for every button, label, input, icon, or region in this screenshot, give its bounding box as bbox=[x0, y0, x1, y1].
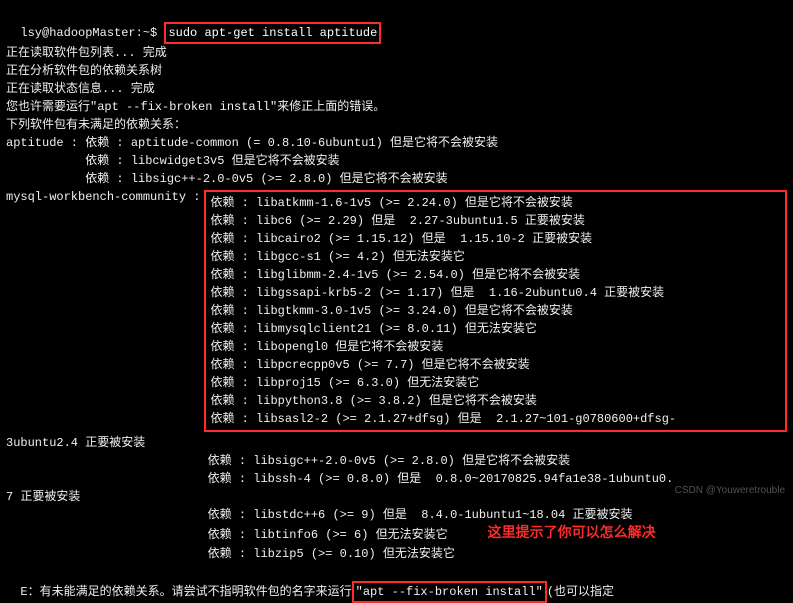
dep-line: 依赖 : libpcrecpp0v5 (>= 7.7) 但是它将不会被安装 bbox=[210, 356, 781, 374]
error-prefix: E：有未能满足的依赖关系。请尝试不指明软件包的名字来运行 bbox=[20, 585, 351, 599]
dep-line: 依赖 : libtinfo6 (>= 6) 但无法安装它 bbox=[6, 526, 448, 544]
prompt-path: ~ bbox=[143, 26, 150, 40]
dependency-highlight-box: 依赖 : libatkmm-1.6-1v5 (>= 2.24.0) 但是它将不会… bbox=[204, 190, 787, 432]
prompt-sep: : bbox=[136, 26, 143, 40]
mwc-head: mysql-workbench-community : bbox=[6, 188, 200, 206]
error-suffix: (也可以指定 bbox=[547, 585, 614, 599]
dep-line: 依赖 : libatkmm-1.6-1v5 (>= 2.24.0) 但是它将不会… bbox=[210, 194, 781, 212]
dep-line: 依赖 : libssh-4 (>= 0.8.0) 但是 0.8.0~201708… bbox=[6, 470, 787, 488]
dep-line: 依赖 : libsasl2-2 (>= 2.1.27+dfsg) 但是 2.1.… bbox=[210, 410, 781, 428]
output-line: 正在分析软件包的依赖关系树 bbox=[6, 62, 787, 80]
dep-line: 依赖 : libpython3.8 (>= 3.8.2) 但是它将不会被安装 bbox=[210, 392, 781, 410]
mwc-row: mysql-workbench-community : 依赖 : libatkm… bbox=[6, 188, 787, 434]
fix-command-text: "apt --fix-broken install" bbox=[356, 585, 543, 599]
dep-line: 依赖 : libstdc++6 (>= 9) 但是 8.4.0-1ubuntu1… bbox=[6, 506, 787, 524]
output-line: 3ubuntu2.4 正要被安装 bbox=[6, 434, 787, 452]
dep-line: 依赖 : libopengl0 但是它将不会被安装 bbox=[210, 338, 781, 356]
dep-line: 依赖 : libsigc++-2.0-0v5 (>= 2.8.0) 但是它将不会… bbox=[6, 170, 787, 188]
output-line: 正在读取软件包列表... 完成 bbox=[6, 44, 787, 62]
error-line: E：有未能满足的依赖关系。请尝试不指明软件包的名字来运行 "apt --fix-b… bbox=[6, 563, 787, 603]
dep-line: 依赖 : libgssapi-krb5-2 (>= 1.17) 但是 1.16-… bbox=[210, 284, 781, 302]
dep-line: 依赖 : libproj15 (>= 6.3.0) 但无法安装它 bbox=[210, 374, 781, 392]
dep-line: 依赖 : libgtkmm-3.0-1v5 (>= 3.24.0) 但是它将不会… bbox=[210, 302, 781, 320]
dep-line: aptitude : 依赖 : aptitude-common (= 0.8.1… bbox=[6, 134, 787, 152]
annotation-hint: 这里提示了你可以怎么解决 bbox=[488, 524, 656, 545]
output-line: 下列软件包有未满足的依赖关系： bbox=[6, 116, 787, 134]
dep-line: 依赖 : libzip5 (>= 0.10) 但无法安装它 bbox=[6, 545, 787, 563]
prompt-line: lsy@hadoopMaster:~$ sudo apt-get install… bbox=[6, 4, 787, 44]
output-line: 正在读取状态信息... 完成 bbox=[6, 80, 787, 98]
hint-row: 依赖 : libtinfo6 (>= 6) 但无法安装它 这里提示了你可以怎么解… bbox=[6, 524, 787, 545]
prompt-userhost: lsy@hadoopMaster bbox=[20, 26, 135, 40]
dep-line: 依赖 : libmysqlclient21 (>= 8.0.11) 但无法安装它 bbox=[210, 320, 781, 338]
dep-line: 依赖 : libcairo2 (>= 1.15.12) 但是 1.15.10-2… bbox=[210, 230, 781, 248]
dep-line: 依赖 : libcwidget3v5 但是它将不会被安装 bbox=[6, 152, 787, 170]
watermark: CSDN @Youweretrouble bbox=[675, 483, 785, 498]
command-text[interactable]: sudo apt-get install aptitude bbox=[168, 26, 377, 40]
dep-line: 依赖 : libgcc-s1 (>= 4.2) 但无法安装它 bbox=[210, 248, 781, 266]
dep-line: 依赖 : libglibmm-2.4-1v5 (>= 2.54.0) 但是它将不… bbox=[210, 266, 781, 284]
prompt-dollar: $ bbox=[150, 26, 164, 40]
dep-line: 依赖 : libsigc++-2.0-0v5 (>= 2.8.0) 但是它将不会… bbox=[6, 452, 787, 470]
fix-command-highlight-box: "apt --fix-broken install" bbox=[352, 581, 547, 603]
output-line: 您也许需要运行"apt --fix-broken install"来修正上面的错… bbox=[6, 98, 787, 116]
dep-line: 依赖 : libc6 (>= 2.29) 但是 2.27-3ubuntu1.5 … bbox=[210, 212, 781, 230]
command-highlight-box: sudo apt-get install aptitude bbox=[164, 22, 381, 44]
output-line: 7 正要被安装 bbox=[6, 488, 787, 506]
